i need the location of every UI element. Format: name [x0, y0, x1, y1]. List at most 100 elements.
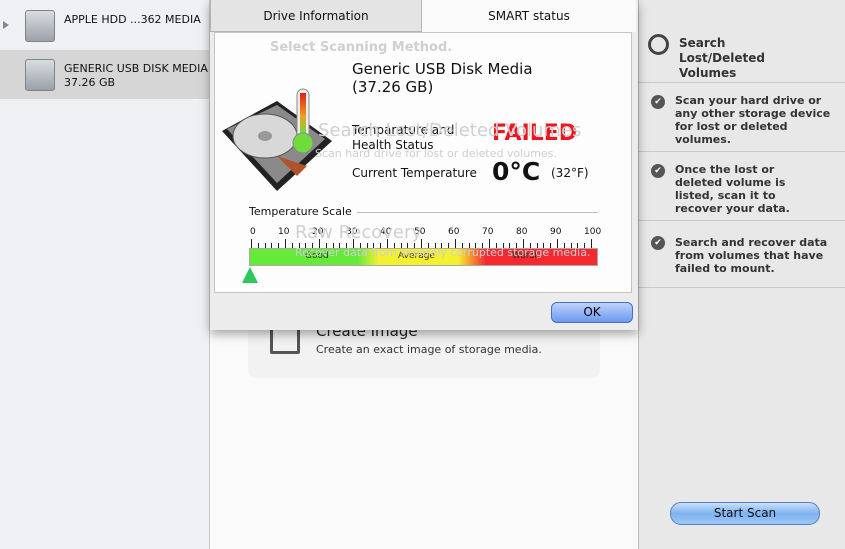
scale-tick	[380, 243, 382, 248]
scale-tick	[584, 243, 586, 248]
scale-tick	[502, 243, 504, 248]
check-icon: ✔	[651, 95, 665, 109]
scale-tick	[339, 243, 341, 248]
scale-tick	[441, 243, 443, 248]
scale-tick	[387, 239, 388, 248]
scale-tick-label: 20	[312, 227, 324, 237]
hard-drive-icon	[25, 10, 55, 42]
drive-title: Generic USB Disk Media (37.26 GB)	[352, 60, 533, 96]
scale-tick	[523, 239, 524, 248]
scale-tick	[285, 239, 286, 248]
scale-tick-label: 30	[346, 227, 358, 237]
drive-label: GENERIC USB DISK MEDIA 37.26 GB	[64, 62, 208, 90]
scale-tick	[509, 243, 511, 248]
scale-divider	[357, 212, 598, 213]
smart-status-dialog: Drive Information SMART status Generic U…	[210, 0, 638, 330]
hard-drive-icon	[25, 59, 55, 91]
scale-tick	[475, 243, 477, 248]
scale-tick	[421, 239, 422, 248]
scale-tick	[529, 243, 531, 248]
current-temperature-marker-icon	[242, 267, 258, 283]
scale-tick	[461, 243, 463, 248]
scale-tick	[448, 243, 450, 248]
scale-tick	[536, 243, 538, 248]
info-point-text: Search and recover data from volumes tha…	[675, 236, 828, 275]
drive-size: (37.26 GB)	[352, 78, 434, 96]
info-point-text: Scan your hard drive or any other storag…	[675, 94, 831, 146]
health-status-value: FAILED	[492, 121, 578, 146]
scale-tick	[278, 243, 280, 248]
scale-tick	[257, 243, 259, 248]
info-point: ✔ Once the lost or deleted volume is lis…	[639, 152, 845, 221]
drive-name: APPLE HDD ...362 MEDIA	[64, 13, 201, 26]
scale-tick	[346, 243, 348, 248]
scale-title: Temperature Scale	[249, 205, 352, 218]
temperature-label: Current Temperature	[352, 166, 477, 180]
scale-tick	[291, 243, 293, 248]
health-label: Temparature and Health Status	[352, 123, 455, 152]
tab-drive-information[interactable]: Drive Information	[210, 0, 422, 32]
drive-size: 37.26 GB	[64, 76, 116, 89]
scale-tick-label: 60	[448, 227, 460, 237]
scale-tick	[516, 243, 518, 248]
scale-tick	[570, 243, 572, 248]
smart-status-body: Generic USB Disk Media (37.26 GB) Tempara…	[214, 32, 632, 293]
drive-name: Generic USB Disk Media	[352, 60, 533, 78]
scale-tick	[455, 239, 456, 248]
info-title-text: Search Lost/Deleted Volumes	[679, 36, 765, 80]
scale-tick	[319, 239, 320, 248]
scale-tick	[332, 243, 334, 248]
scale-tick	[434, 243, 436, 248]
scale-tick	[550, 243, 552, 248]
hard-drive-thermometer-icon	[222, 88, 332, 191]
check-icon: ✔	[651, 236, 665, 250]
drive-name: GENERIC USB DISK MEDIA	[64, 62, 208, 75]
scale-tick	[353, 239, 354, 248]
scale-tick	[489, 239, 490, 248]
drive-sidebar: APPLE HDD ...362 MEDIA GENERIC USB DISK …	[0, 0, 210, 549]
scale-tick	[400, 243, 402, 248]
option-create-desc: Create an exact image of storage media.	[316, 343, 542, 356]
temperature-scale: Good Average Worst 0 10 20 30 40 50 60 70 80 90 10…	[242, 227, 602, 287]
scale-tick	[393, 243, 395, 248]
tab-smart-status[interactable]: SMART status	[422, 0, 636, 32]
disclosure-triangle-icon[interactable]	[3, 21, 9, 29]
scale-tick	[407, 243, 409, 248]
scale-bar: Good Average Worst	[249, 248, 598, 266]
scale-tick	[251, 239, 252, 248]
scale-tick	[414, 243, 416, 248]
drive-item-apple-hdd[interactable]: APPLE HDD ...362 MEDIA	[0, 1, 209, 50]
scale-tick-label: 100	[584, 227, 602, 237]
scale-tick	[495, 243, 497, 248]
scale-tick	[468, 243, 470, 248]
drive-item-generic-usb[interactable]: GENERIC USB DISK MEDIA 37.26 GB	[0, 50, 209, 99]
temperature-celsius: 0°C	[492, 157, 541, 186]
scale-tick-label: 10	[278, 227, 290, 237]
scale-tick	[305, 243, 307, 248]
start-scan-button[interactable]: Start Scan	[670, 502, 820, 525]
scale-tick	[577, 243, 579, 248]
scale-tick	[563, 243, 565, 248]
scale-tick-label: 0	[250, 227, 256, 237]
scale-tick	[359, 243, 361, 248]
scale-tick	[271, 243, 273, 248]
temperature-fahrenheit: (32°F)	[551, 166, 589, 180]
scale-tick	[543, 243, 545, 248]
scale-tick-label: 50	[414, 227, 426, 237]
scale-tick	[312, 243, 314, 248]
zone-average: Average	[398, 251, 435, 261]
check-icon: ✔	[651, 164, 665, 178]
scale-tick	[366, 243, 368, 248]
scale-tick-label: 40	[380, 227, 392, 237]
scale-tick-label: 80	[516, 227, 528, 237]
scale-tick	[591, 239, 592, 248]
info-point: ✔ Search and recover data from volumes t…	[639, 221, 845, 288]
info-panel: Search Lost/Deleted Volumes ✔ Scan your …	[638, 0, 845, 549]
scale-tick	[373, 243, 375, 248]
scale-tick	[298, 243, 300, 248]
zone-worst: Worst	[512, 251, 538, 261]
info-point-text: Once the lost or deleted volume is liste…	[675, 163, 790, 215]
scale-tick	[427, 243, 429, 248]
info-point: ✔ Scan your hard drive or any other stor…	[639, 83, 845, 152]
ok-button[interactable]: OK	[551, 302, 633, 323]
